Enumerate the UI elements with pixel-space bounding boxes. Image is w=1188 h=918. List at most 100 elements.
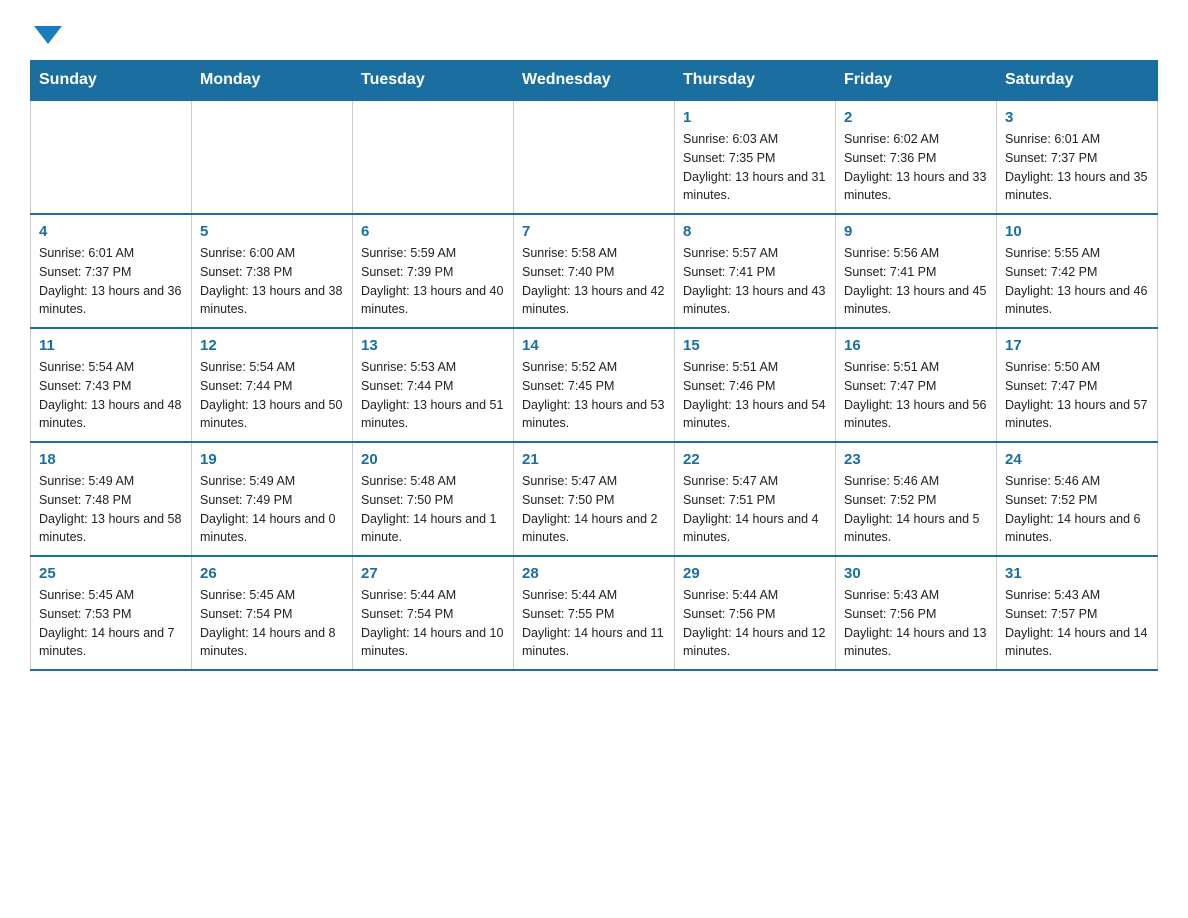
day-number: 17 [1005, 337, 1149, 354]
day-info: Sunrise: 6:01 AMSunset: 7:37 PMDaylight:… [39, 244, 183, 319]
logo-triangle-icon [34, 26, 62, 44]
calendar-cell [514, 100, 675, 214]
day-number: 1 [683, 109, 827, 126]
day-info: Sunrise: 5:57 AMSunset: 7:41 PMDaylight:… [683, 244, 827, 319]
day-info: Sunrise: 5:53 AMSunset: 7:44 PMDaylight:… [361, 358, 505, 433]
calendar-header-monday: Monday [192, 61, 353, 101]
calendar-cell: 21 Sunrise: 5:47 AMSunset: 7:50 PMDayligh… [514, 442, 675, 556]
day-info: Sunrise: 5:43 AMSunset: 7:56 PMDaylight:… [844, 586, 988, 661]
day-info: Sunrise: 5:45 AMSunset: 7:53 PMDaylight:… [39, 586, 183, 661]
calendar-cell: 23Sunrise: 5:46 AMSunset: 7:52 PMDayligh… [836, 442, 997, 556]
calendar-week-2: 4Sunrise: 6:01 AMSunset: 7:37 PMDaylight… [31, 214, 1158, 328]
calendar-cell: 9 Sunrise: 5:56 AMSunset: 7:41 PMDaylight… [836, 214, 997, 328]
calendar-table: SundayMondayTuesdayWednesdayThursdayFrid… [30, 60, 1158, 671]
calendar-cell: 4Sunrise: 6:01 AMSunset: 7:37 PMDaylight… [31, 214, 192, 328]
day-info: Sunrise: 5:59 AMSunset: 7:39 PMDaylight:… [361, 244, 505, 319]
calendar-cell: 13 Sunrise: 5:53 AMSunset: 7:44 PMDayligh… [353, 328, 514, 442]
day-number: 18 [39, 451, 183, 468]
day-info: Sunrise: 5:47 AMSunset: 7:51 PMDaylight:… [683, 472, 827, 547]
day-info: Sunrise: 6:03 AMSunset: 7:35 PMDaylight:… [683, 130, 827, 205]
day-info: Sunrise: 5:52 AMSunset: 7:45 PMDaylight:… [522, 358, 666, 433]
day-number: 16 [844, 337, 988, 354]
day-info: Sunrise: 5:45 AMSunset: 7:54 PMDaylight:… [200, 586, 344, 661]
page-header [30, 20, 1158, 44]
calendar-cell [31, 100, 192, 214]
calendar-cell: 10 Sunrise: 5:55 AMSunset: 7:42 PMDayligh… [997, 214, 1158, 328]
day-number: 29 [683, 565, 827, 582]
calendar-cell: 3 Sunrise: 6:01 AMSunset: 7:37 PMDaylight… [997, 100, 1158, 214]
day-info: Sunrise: 5:44 AMSunset: 7:55 PMDaylight:… [522, 586, 666, 661]
day-number: 7 [522, 223, 666, 240]
calendar-header-friday: Friday [836, 61, 997, 101]
calendar-cell [353, 100, 514, 214]
calendar-cell: 12Sunrise: 5:54 AMSunset: 7:44 PMDayligh… [192, 328, 353, 442]
day-number: 11 [39, 337, 183, 354]
calendar-cell: 31 Sunrise: 5:43 AMSunset: 7:57 PMDayligh… [997, 556, 1158, 670]
day-number: 6 [361, 223, 505, 240]
day-info: Sunrise: 5:50 AMSunset: 7:47 PMDaylight:… [1005, 358, 1149, 433]
day-number: 21 [522, 451, 666, 468]
day-info: Sunrise: 6:01 AMSunset: 7:37 PMDaylight:… [1005, 130, 1149, 205]
day-number: 3 [1005, 109, 1149, 126]
day-info: Sunrise: 5:48 AMSunset: 7:50 PMDaylight:… [361, 472, 505, 547]
calendar-cell: 14 Sunrise: 5:52 AMSunset: 7:45 PMDayligh… [514, 328, 675, 442]
day-number: 22 [683, 451, 827, 468]
calendar-cell: 11 Sunrise: 5:54 AMSunset: 7:43 PMDayligh… [31, 328, 192, 442]
calendar-cell: 1 Sunrise: 6:03 AMSunset: 7:35 PMDaylight… [675, 100, 836, 214]
day-number: 15 [683, 337, 827, 354]
calendar-cell: 8 Sunrise: 5:57 AMSunset: 7:41 PMDaylight… [675, 214, 836, 328]
day-info: Sunrise: 5:44 AMSunset: 7:54 PMDaylight:… [361, 586, 505, 661]
day-number: 9 [844, 223, 988, 240]
calendar-week-3: 11 Sunrise: 5:54 AMSunset: 7:43 PMDayligh… [31, 328, 1158, 442]
calendar-cell: 6 Sunrise: 5:59 AMSunset: 7:39 PMDaylight… [353, 214, 514, 328]
calendar-cell: 7 Sunrise: 5:58 AMSunset: 7:40 PMDaylight… [514, 214, 675, 328]
calendar-cell: 22 Sunrise: 5:47 AMSunset: 7:51 PMDayligh… [675, 442, 836, 556]
day-info: Sunrise: 5:49 AMSunset: 7:48 PMDaylight:… [39, 472, 183, 547]
day-number: 20 [361, 451, 505, 468]
calendar-cell: 29Sunrise: 5:44 AMSunset: 7:56 PMDayligh… [675, 556, 836, 670]
calendar-cell: 5 Sunrise: 6:00 AMSunset: 7:38 PMDaylight… [192, 214, 353, 328]
day-info: Sunrise: 5:47 AMSunset: 7:50 PMDaylight:… [522, 472, 666, 547]
calendar-cell: 30 Sunrise: 5:43 AMSunset: 7:56 PMDayligh… [836, 556, 997, 670]
calendar-header-thursday: Thursday [675, 61, 836, 101]
day-number: 13 [361, 337, 505, 354]
day-number: 31 [1005, 565, 1149, 582]
day-info: Sunrise: 5:51 AMSunset: 7:46 PMDaylight:… [683, 358, 827, 433]
day-number: 25 [39, 565, 183, 582]
day-info: Sunrise: 6:00 AMSunset: 7:38 PMDaylight:… [200, 244, 344, 319]
calendar-cell: 27Sunrise: 5:44 AMSunset: 7:54 PMDayligh… [353, 556, 514, 670]
day-number: 8 [683, 223, 827, 240]
calendar-header-tuesday: Tuesday [353, 61, 514, 101]
calendar-week-1: 1 Sunrise: 6:03 AMSunset: 7:35 PMDaylight… [31, 100, 1158, 214]
day-number: 2 [844, 109, 988, 126]
calendar-cell: 24Sunrise: 5:46 AMSunset: 7:52 PMDayligh… [997, 442, 1158, 556]
calendar-cell: 26Sunrise: 5:45 AMSunset: 7:54 PMDayligh… [192, 556, 353, 670]
day-number: 10 [1005, 223, 1149, 240]
calendar-cell: 28 Sunrise: 5:44 AMSunset: 7:55 PMDayligh… [514, 556, 675, 670]
day-info: Sunrise: 5:46 AMSunset: 7:52 PMDaylight:… [844, 472, 988, 547]
calendar-cell: 17 Sunrise: 5:50 AMSunset: 7:47 PMDayligh… [997, 328, 1158, 442]
day-info: Sunrise: 5:58 AMSunset: 7:40 PMDaylight:… [522, 244, 666, 319]
day-number: 5 [200, 223, 344, 240]
day-number: 19 [200, 451, 344, 468]
day-info: Sunrise: 5:55 AMSunset: 7:42 PMDaylight:… [1005, 244, 1149, 319]
logo [30, 20, 62, 44]
calendar-cell: 25 Sunrise: 5:45 AMSunset: 7:53 PMDayligh… [31, 556, 192, 670]
day-info: Sunrise: 5:54 AMSunset: 7:44 PMDaylight:… [200, 358, 344, 433]
calendar-header-row: SundayMondayTuesdayWednesdayThursdayFrid… [31, 61, 1158, 101]
day-number: 14 [522, 337, 666, 354]
calendar-cell: 20 Sunrise: 5:48 AMSunset: 7:50 PMDayligh… [353, 442, 514, 556]
day-info: Sunrise: 5:54 AMSunset: 7:43 PMDaylight:… [39, 358, 183, 433]
calendar-cell [192, 100, 353, 214]
day-info: Sunrise: 5:43 AMSunset: 7:57 PMDaylight:… [1005, 586, 1149, 661]
day-info: Sunrise: 5:49 AMSunset: 7:49 PMDaylight:… [200, 472, 344, 547]
day-number: 28 [522, 565, 666, 582]
day-number: 30 [844, 565, 988, 582]
day-info: Sunrise: 5:56 AMSunset: 7:41 PMDaylight:… [844, 244, 988, 319]
calendar-header-saturday: Saturday [997, 61, 1158, 101]
calendar-week-4: 18 Sunrise: 5:49 AMSunset: 7:48 PMDayligh… [31, 442, 1158, 556]
calendar-week-5: 25 Sunrise: 5:45 AMSunset: 7:53 PMDayligh… [31, 556, 1158, 670]
calendar-cell: 18 Sunrise: 5:49 AMSunset: 7:48 PMDayligh… [31, 442, 192, 556]
day-info: Sunrise: 5:51 AMSunset: 7:47 PMDaylight:… [844, 358, 988, 433]
calendar-header-sunday: Sunday [31, 61, 192, 101]
